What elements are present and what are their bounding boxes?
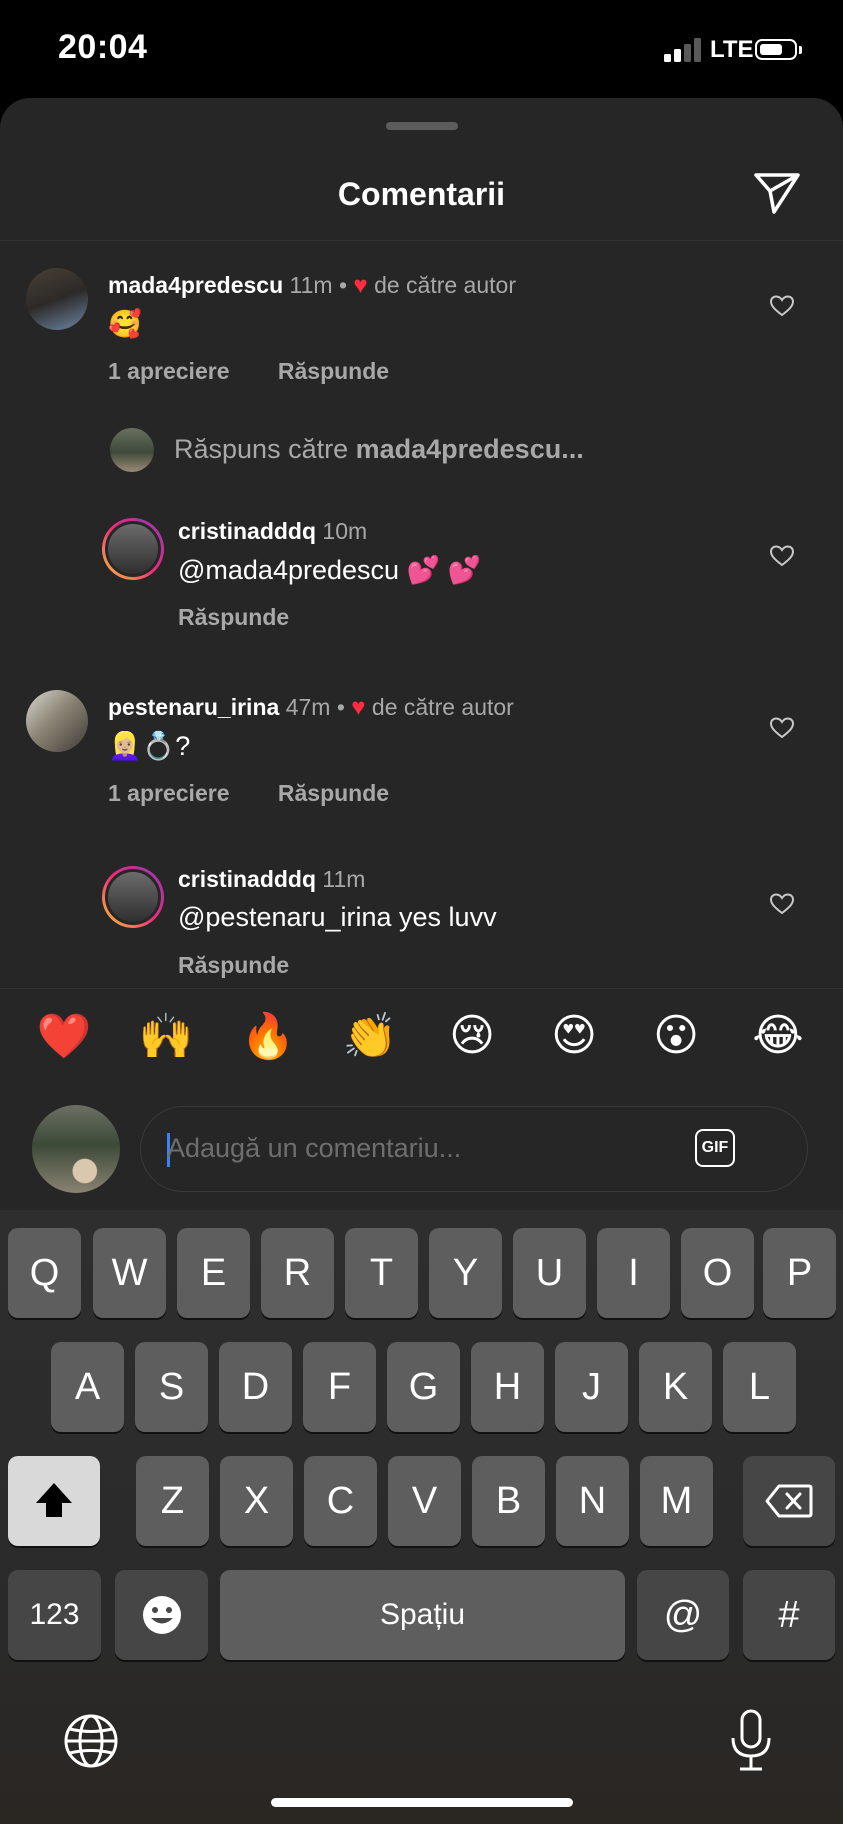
shift-arrow-icon	[36, 1483, 72, 1517]
key-c[interactable]: C	[304, 1456, 377, 1546]
avatar[interactable]	[26, 268, 88, 330]
separator-dot: •	[338, 272, 348, 298]
key-i[interactable]: I	[597, 1228, 670, 1318]
key-z[interactable]: Z	[136, 1456, 209, 1546]
key-b[interactable]: B	[472, 1456, 545, 1546]
key-a[interactable]: A	[51, 1342, 124, 1432]
page-title: Comentarii	[337, 176, 506, 212]
header-divider	[0, 240, 843, 241]
avatar[interactable]	[26, 690, 88, 752]
reply-button[interactable]: Răspunde	[178, 604, 289, 630]
space-key[interactable]: Spațiu	[220, 1570, 625, 1660]
reply-button[interactable]: Răspunde	[178, 952, 289, 978]
signal-icon	[664, 38, 704, 62]
comment-input[interactable]: Adaugă un comentariu... GIF	[140, 1106, 808, 1192]
key-d[interactable]: D	[219, 1342, 292, 1432]
battery-icon	[755, 39, 802, 60]
status-bar: 20:04 LTE	[0, 0, 843, 100]
key-n[interactable]: N	[556, 1456, 629, 1546]
likes-count[interactable]: 1 apreciere	[108, 358, 229, 384]
network-type: LTE	[710, 36, 754, 63]
key-h[interactable]: H	[471, 1342, 544, 1432]
backspace-key[interactable]	[743, 1456, 835, 1546]
home-indicator[interactable]	[271, 1798, 573, 1807]
emoji-bar-divider	[0, 988, 843, 989]
key-l[interactable]: L	[723, 1342, 796, 1432]
reply-target: mada4predescu...	[355, 434, 584, 464]
key-f[interactable]: F	[303, 1342, 376, 1432]
key-x[interactable]: X	[220, 1456, 293, 1546]
numbers-key[interactable]: 123	[8, 1570, 101, 1660]
key-q[interactable]: Q	[8, 1228, 81, 1318]
backspace-icon	[765, 1484, 813, 1518]
author-like-label: de către autor	[374, 272, 516, 298]
hash-key[interactable]: #	[743, 1570, 835, 1660]
gif-button[interactable]: GIF	[695, 1129, 735, 1167]
emoji-face-icon	[142, 1596, 181, 1634]
comment-time: 11m	[322, 866, 366, 892]
key-s[interactable]: S	[135, 1342, 208, 1432]
key-g[interactable]: G	[387, 1342, 460, 1432]
key-w[interactable]: W	[93, 1228, 166, 1318]
sheet-grabber[interactable]	[386, 122, 458, 130]
comment-time: 10m	[322, 518, 368, 544]
heart-outline-icon[interactable]	[769, 892, 795, 916]
comment-placeholder: Adaugă un comentariu...	[167, 1133, 462, 1163]
globe-icon[interactable]	[62, 1712, 120, 1770]
comment-username[interactable]: pestenaru_irina	[108, 694, 279, 720]
reply-button[interactable]: Răspunde	[278, 358, 389, 384]
at-key[interactable]: @	[637, 1570, 729, 1660]
heart-outline-icon[interactable]	[769, 294, 795, 318]
comment-username[interactable]: cristinadddq	[178, 866, 316, 892]
emoji-button[interactable]: 😮	[646, 1010, 706, 1061]
emoji-button[interactable]: 🙌	[136, 1010, 196, 1062]
comment-text: 🥰	[108, 309, 142, 339]
key-j[interactable]: J	[555, 1342, 628, 1432]
comment-text: @mada4predescu 💕 💕	[178, 555, 482, 585]
comment-time: 47m	[285, 694, 331, 720]
key-k[interactable]: K	[639, 1342, 712, 1432]
send-icon	[754, 173, 800, 214]
current-user-avatar	[32, 1105, 120, 1193]
heart-outline-icon[interactable]	[769, 716, 795, 740]
key-o[interactable]: O	[681, 1228, 754, 1318]
likes-count[interactable]: 1 apreciere	[108, 780, 229, 806]
key-m[interactable]: M	[640, 1456, 713, 1546]
heart-outline-icon[interactable]	[769, 544, 795, 568]
emoji-button[interactable]: 🔥	[238, 1010, 298, 1062]
avatar-story-ring[interactable]	[102, 866, 164, 928]
emoji-button[interactable]: ❤️	[34, 1010, 94, 1062]
reply-button[interactable]: Răspunde	[278, 780, 389, 806]
comment-username[interactable]: cristinadddq	[178, 518, 316, 544]
avatar-story-ring[interactable]	[102, 518, 164, 580]
key-v[interactable]: V	[388, 1456, 461, 1546]
share-button[interactable]	[752, 170, 802, 216]
avatar	[110, 428, 154, 472]
separator-dot: •	[336, 694, 345, 720]
key-y[interactable]: Y	[429, 1228, 502, 1318]
comment-time: 11m	[289, 272, 333, 298]
emoji-button[interactable]: 😂	[748, 1010, 808, 1061]
comment-text: 👱🏼‍♀️💍?	[108, 731, 191, 761]
emoji-button[interactable]: 😍	[544, 1010, 604, 1061]
microphone-icon[interactable]	[728, 1708, 774, 1774]
emoji-keyboard-key[interactable]	[115, 1570, 208, 1660]
key-r[interactable]: R	[261, 1228, 334, 1318]
comment-text: @pestenaru_irina yes luvv	[178, 902, 497, 932]
key-p[interactable]: P	[763, 1228, 836, 1318]
status-time: 20:04	[58, 28, 148, 66]
emoji-button[interactable]: 😢	[442, 1010, 502, 1061]
shift-key[interactable]	[8, 1456, 100, 1546]
quick-emoji-bar: ❤️ 🙌 🔥 👏 😢 😍 😮 😂	[0, 1010, 843, 1082]
author-like-heart-icon: ♥	[351, 694, 366, 721]
key-e[interactable]: E	[177, 1228, 250, 1318]
reply-prefix: Răspuns către	[174, 434, 349, 464]
author-like-label: de către autor	[371, 694, 514, 720]
key-u[interactable]: U	[513, 1228, 586, 1318]
author-like-heart-icon: ♥	[353, 272, 368, 299]
emoji-button[interactable]: 👏	[340, 1010, 400, 1062]
key-t[interactable]: T	[345, 1228, 418, 1318]
comment-username[interactable]: mada4predescu	[108, 272, 283, 298]
